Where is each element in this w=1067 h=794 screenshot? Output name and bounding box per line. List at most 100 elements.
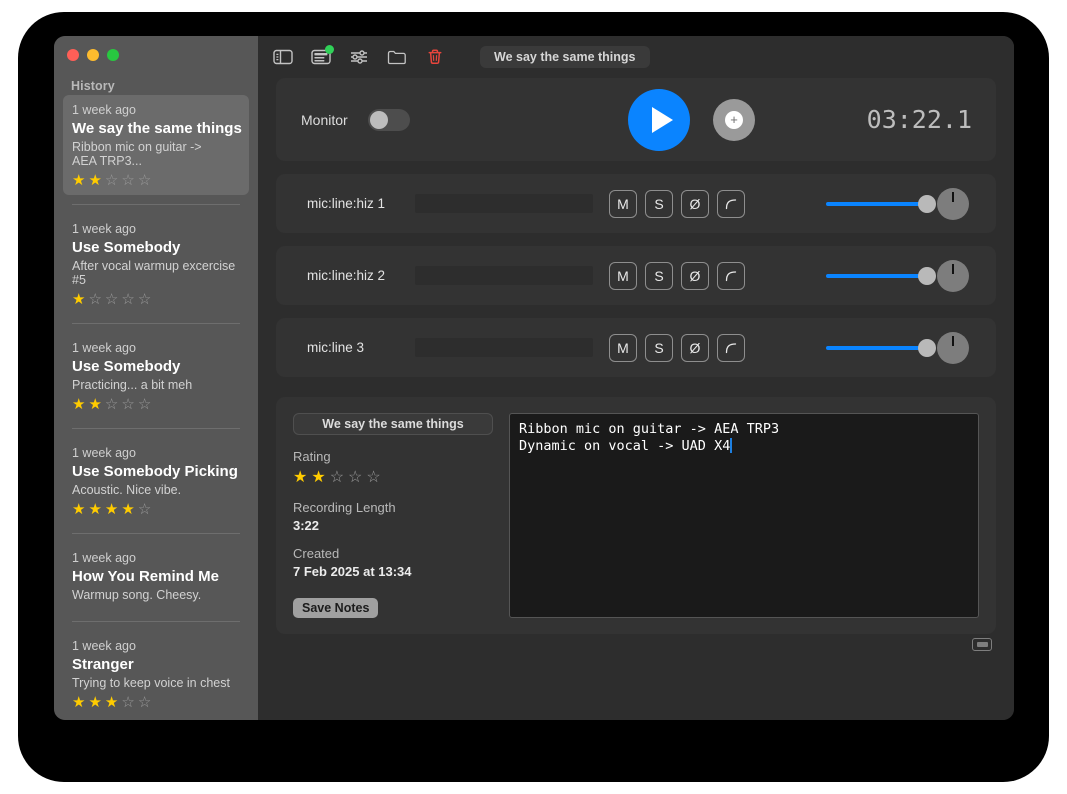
window-controls: [67, 49, 119, 61]
solo-button[interactable]: S: [645, 189, 673, 218]
star-rating[interactable]: ★ ★ ★ ☆ ☆: [72, 694, 240, 711]
channel-fader-thumb[interactable]: [918, 194, 936, 213]
sidebar-toggle-icon[interactable]: [272, 46, 294, 68]
save-notes-button[interactable]: Save Notes: [293, 598, 379, 618]
zoom-button[interactable]: [107, 49, 119, 61]
star-3[interactable]: ★: [105, 694, 118, 711]
channel-fader[interactable]: [826, 338, 936, 357]
phase-invert-button[interactable]: Ø: [681, 189, 709, 218]
phase-invert-button[interactable]: Ø: [681, 333, 709, 362]
history-item-note: After vocal warmup excercise #5: [72, 259, 236, 287]
highpass-filter-button[interactable]: [717, 333, 745, 362]
channel-buttons: MSØ: [609, 261, 745, 290]
mute-button[interactable]: M: [609, 333, 637, 362]
timer-display: 03:22.1: [866, 105, 972, 134]
star-rating[interactable]: ★ ★ ☆ ☆ ☆: [293, 467, 493, 487]
channel-level-meter: [415, 266, 593, 285]
star-1[interactable]: ★: [72, 291, 85, 308]
notes-title-input[interactable]: We say the same things: [293, 413, 493, 435]
mute-button[interactable]: M: [609, 261, 637, 290]
channel-fader[interactable]: [826, 194, 936, 213]
star-2[interactable]: ☆: [88, 291, 101, 308]
text-caret: [730, 438, 733, 453]
star-3[interactable]: ☆: [105, 291, 118, 308]
star-3[interactable]: ☆: [105, 396, 118, 413]
star-5[interactable]: ☆: [138, 291, 151, 308]
channel-pan-knob[interactable]: [937, 259, 969, 292]
highpass-filter-button[interactable]: [717, 189, 745, 218]
star-2[interactable]: ★: [88, 172, 101, 189]
star-4[interactable]: ☆: [121, 396, 134, 413]
recording-title-field[interactable]: We say the same things: [480, 46, 650, 68]
solo-button[interactable]: S: [645, 261, 673, 290]
star-4[interactable]: ☆: [121, 694, 134, 711]
star-1[interactable]: ★: [72, 172, 85, 189]
star-4[interactable]: ☆: [121, 172, 134, 189]
star-rating[interactable]: ★ ★ ☆ ☆ ☆: [72, 172, 240, 189]
star-1[interactable]: ★: [72, 396, 85, 413]
channel-strip: mic:line 3 MSØ: [276, 318, 996, 377]
history-item-title: How You Remind Me: [72, 568, 219, 585]
channel-name: mic:line:hiz 1: [307, 196, 386, 211]
notes-textarea[interactable]: Ribbon mic on guitar -> AEA TRP3 Dynamic…: [509, 413, 979, 618]
star-3[interactable]: ☆: [105, 172, 118, 189]
sliders-icon[interactable]: [348, 46, 370, 68]
star-1[interactable]: ★: [72, 501, 85, 518]
star-5[interactable]: ☆: [138, 396, 151, 413]
channel-pan-knob[interactable]: [937, 331, 969, 364]
star-2[interactable]: ★: [88, 694, 101, 711]
history-item[interactable]: 1 week ago Use Somebody Practicing... a bi…: [63, 333, 249, 419]
channel-strip: mic:line:hiz 2 MSØ: [276, 246, 996, 305]
play-button[interactable]: [628, 88, 690, 151]
notes-icon[interactable]: [310, 45, 334, 68]
trash-icon[interactable]: [424, 46, 446, 68]
star-5[interactable]: ☆: [138, 172, 151, 189]
phase-invert-button[interactable]: Ø: [681, 261, 709, 290]
star-4[interactable]: ☆: [121, 291, 134, 308]
history-item-title: Use Somebody: [72, 358, 181, 375]
star-rating[interactable]: ★ ☆ ☆ ☆ ☆: [72, 291, 240, 308]
star-5[interactable]: ☆: [138, 501, 151, 518]
history-item-time: 1 week ago: [72, 639, 136, 653]
keyboard-icon[interactable]: [972, 638, 992, 651]
star-3[interactable]: ★: [105, 501, 118, 518]
history-item[interactable]: 1 week ago Use Somebody Picking Acoustic. …: [63, 438, 249, 524]
close-button[interactable]: [67, 49, 79, 61]
pan-knob-indicator: [952, 335, 954, 346]
transport-panel: Monitor + 03:22.1: [276, 78, 996, 161]
star-2[interactable]: ★: [88, 501, 101, 518]
star-2[interactable]: ★: [88, 396, 101, 413]
play-icon: [651, 106, 673, 133]
keyboard-icon-inner: [976, 642, 988, 647]
channel-pan-knob[interactable]: [937, 187, 969, 220]
star-5[interactable]: ☆: [138, 694, 151, 711]
history-item-note: Ribbon mic on guitar -> AEA TRP3...: [72, 140, 202, 168]
highpass-filter-button[interactable]: [717, 261, 745, 290]
history-list[interactable]: 1 week ago We say the same things Ribbon m…: [54, 95, 258, 720]
star-5[interactable]: ☆: [366, 467, 380, 487]
star-1[interactable]: ★: [72, 694, 85, 711]
history-item[interactable]: 1 week ago We say the same things Ribbon m…: [63, 95, 249, 195]
history-item[interactable]: 1 week ago Use Somebody After vocal warmup…: [63, 214, 249, 314]
channel-fader-thumb[interactable]: [918, 266, 936, 285]
star-3[interactable]: ☆: [330, 467, 344, 487]
history-item[interactable]: 1 week ago Stranger Trying to keep voice i…: [63, 631, 249, 717]
channel-fader[interactable]: [826, 266, 936, 285]
record-button[interactable]: +: [713, 98, 755, 141]
star-1[interactable]: ★: [293, 467, 307, 487]
notes-panel: We say the same things Rating ★ ★ ☆ ☆ ☆ Reco…: [276, 397, 996, 634]
star-2[interactable]: ★: [311, 467, 325, 487]
history-item[interactable]: 1 week ago How You Remind Me Warmup song. …: [63, 543, 249, 612]
monitor-toggle[interactable]: [368, 108, 410, 131]
mute-button[interactable]: M: [609, 189, 637, 218]
star-rating[interactable]: ★ ★ ★ ★ ☆: [72, 501, 240, 518]
minimize-button[interactable]: [87, 49, 99, 61]
star-4[interactable]: ☆: [348, 467, 362, 487]
solo-button[interactable]: S: [645, 333, 673, 362]
monitor-toggle-knob: [370, 110, 388, 129]
star-4[interactable]: ★: [121, 501, 134, 518]
channel-fader-thumb[interactable]: [918, 338, 936, 357]
app-window: History 1 week ago We say the same things…: [54, 36, 1014, 720]
folder-icon[interactable]: [386, 46, 408, 68]
star-rating[interactable]: ★ ★ ☆ ☆ ☆: [72, 396, 240, 413]
